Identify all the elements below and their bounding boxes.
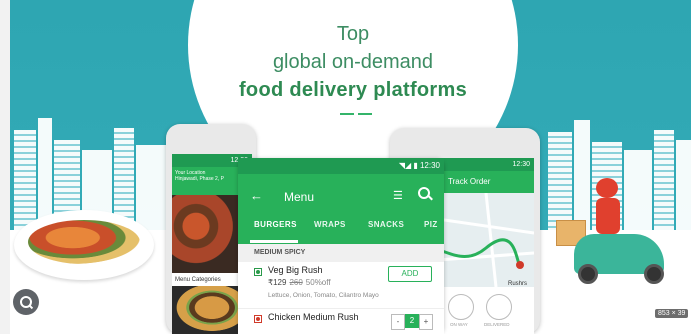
- headline-divider: [358, 113, 372, 115]
- quantity-stepper: -2 +: [391, 314, 433, 330]
- left-edge-strip: [0, 0, 10, 334]
- arrow-left-icon[interactable]: ←: [250, 188, 263, 203]
- tab-snacks[interactable]: SNACKS: [368, 220, 404, 229]
- section-header: MEDIUM SPICY: [238, 244, 444, 262]
- helmet: [596, 178, 618, 198]
- rider-body: [596, 198, 620, 234]
- menu-item: Veg Big Rush ₹129 260 50%off Lettuce, Onio…: [238, 262, 444, 308]
- lens-search-icon[interactable]: [13, 289, 39, 315]
- headline-divider: [340, 113, 354, 115]
- delivered-icon: [486, 294, 512, 320]
- menu-appbar: ← Menu ☰ BURGERS WRAPS SNACKS PIZ: [238, 174, 444, 244]
- phone-center-screen: ◥◢ ▮ 12:30 ← Menu ☰ BURGERS WRAPS SNACKS…: [238, 158, 444, 334]
- price-current: ₹129: [268, 278, 287, 287]
- delivery-rider-illustration: [552, 176, 672, 296]
- tab-burgers[interactable]: BURGERS: [254, 220, 297, 229]
- on-way-icon: [448, 294, 474, 320]
- item-price: ₹129 260 50%off: [268, 278, 331, 287]
- scooter-wheel: [644, 264, 664, 284]
- item-name: Veg Big Rush: [268, 265, 323, 275]
- tab-wraps[interactable]: WRAPS: [314, 220, 346, 229]
- increment-button[interactable]: +: [419, 314, 433, 330]
- skyline-building: [136, 145, 170, 230]
- skyline-building: [676, 140, 691, 230]
- image-dimensions-badge: 853 × 39: [655, 309, 689, 318]
- non-veg-icon: [254, 315, 262, 323]
- filter-icon[interactable]: ☰: [393, 189, 403, 202]
- veg-icon: [254, 268, 262, 276]
- price-old: 260: [289, 278, 303, 287]
- skyline-building: [14, 130, 36, 230]
- fish-dish-illustration: [14, 210, 154, 280]
- step-label-on-way: ON WAY: [450, 322, 468, 327]
- headline-line-2: global on-demand: [272, 51, 434, 73]
- quantity-value: 2: [405, 314, 419, 328]
- hero-banner: Top global on-demand food delivery platf…: [0, 0, 691, 334]
- menu-categories-label: Menu Categories: [175, 277, 221, 283]
- item-description: Lettuce, Onion, Tomato, Cilantro Mayo: [268, 292, 379, 299]
- scooter-wheel: [578, 264, 598, 284]
- fish-food: [28, 220, 140, 264]
- tab-pizza[interactable]: PIZ: [424, 220, 438, 229]
- headline-line-3: food delivery platforms: [238, 79, 468, 101]
- active-tab-indicator: [250, 240, 298, 243]
- menu-title: Menu: [284, 190, 315, 204]
- step-label-delivered: DELIVERED: [484, 322, 510, 327]
- menu-item: Chicken Medium Rush -2 +: [238, 308, 444, 334]
- status-bar: ◥◢ ▮ 12:30: [238, 158, 444, 174]
- add-button[interactable]: ADD: [388, 266, 432, 282]
- item-name: Chicken Medium Rush: [268, 312, 359, 322]
- headline-line-1: Top: [336, 23, 370, 45]
- decrement-button[interactable]: -: [391, 314, 405, 330]
- phone-center: ◥◢ ▮ 12:30 ← Menu ☰ BURGERS WRAPS SNACKS…: [238, 158, 444, 334]
- price-discount: 50%off: [305, 278, 331, 287]
- map-marker-label: Rushrs: [508, 281, 528, 287]
- search-icon[interactable]: [418, 187, 430, 199]
